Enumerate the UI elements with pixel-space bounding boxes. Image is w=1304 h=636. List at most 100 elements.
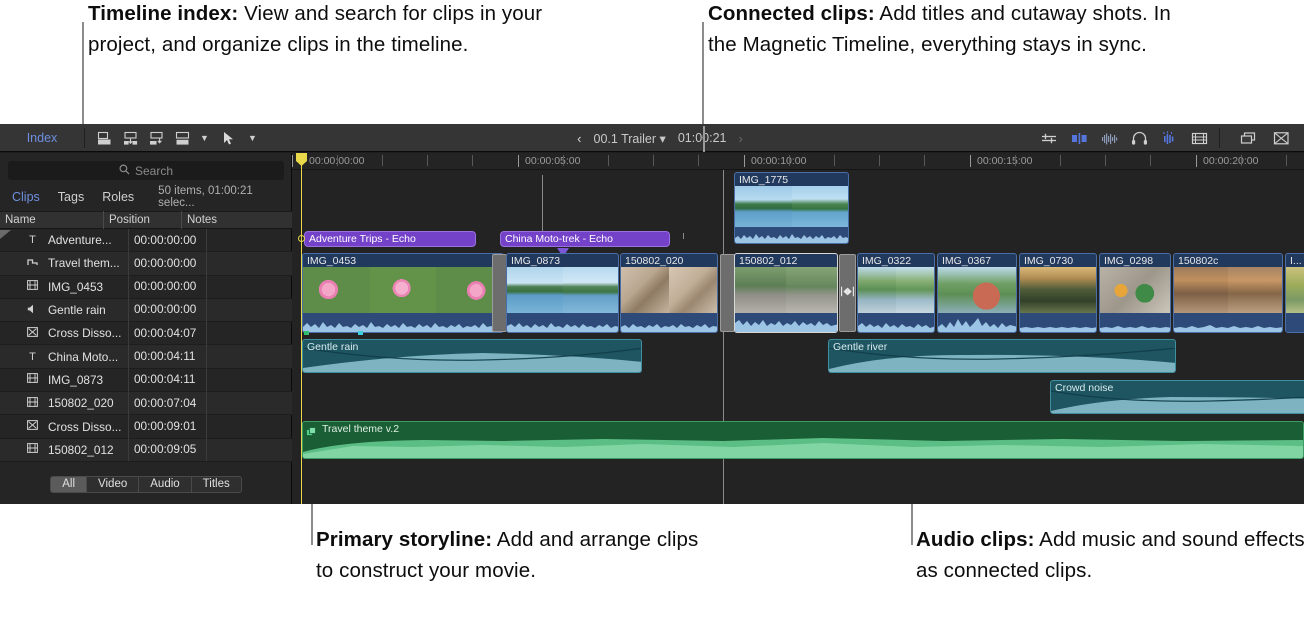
thumbnail-frame	[303, 267, 370, 314]
audio-clip[interactable]: Crowd noise	[1050, 380, 1304, 414]
chevron-down-icon[interactable]: ▼	[200, 134, 209, 143]
table-row[interactable]: 150802_012 00:00:09:05	[0, 439, 292, 462]
chevron-down-icon[interactable]: ▾	[660, 132, 666, 146]
title-clip[interactable]: Adventure Trips - Echo	[304, 231, 476, 247]
clip-position: 00:00:00:00	[128, 252, 206, 275]
search-input[interactable]: Search	[8, 161, 284, 180]
tab-clips[interactable]: Clips	[12, 190, 40, 204]
previous-project-button[interactable]: ‹	[577, 131, 581, 146]
primary-storyline-clip[interactable]: I...	[1285, 253, 1304, 333]
filter-audio-button[interactable]: Audio	[139, 476, 191, 493]
table-row[interactable]: Gentle rain 00:00:00:00	[0, 299, 292, 322]
clip-position: 00:00:04:11	[128, 368, 206, 391]
thumbnail-frame	[1228, 267, 1282, 314]
audio-enhance-icon[interactable]	[1161, 131, 1178, 146]
tab-roles[interactable]: Roles	[102, 190, 134, 204]
index-button-label: Index	[27, 131, 58, 145]
music-clip[interactable]: Travel theme v.2	[302, 421, 1304, 459]
overwrite-clip-icon[interactable]	[148, 131, 165, 146]
connected-video-clip[interactable]: IMG_1775	[734, 172, 849, 244]
keyframe-marker[interactable]	[358, 331, 363, 335]
audio-clip[interactable]: Gentle river	[828, 339, 1176, 373]
primary-storyline-clip[interactable]: IMG_0730	[1019, 253, 1097, 333]
clip-name-label: IMG_0298	[1104, 254, 1153, 268]
primary-storyline-clip[interactable]: IMG_0367	[937, 253, 1017, 333]
clip-notes	[206, 252, 292, 275]
primary-storyline-clip[interactable]: IMG_0873	[506, 253, 619, 333]
filter-titles-button[interactable]: Titles	[192, 476, 242, 493]
project-name-label: 00.1 Trailer	[594, 132, 657, 146]
clip-appearance-icon[interactable]	[1191, 131, 1208, 146]
clip-notes	[206, 438, 292, 461]
next-project-button[interactable]: ›	[738, 131, 742, 146]
filmstrip-thumbnails	[858, 267, 934, 314]
clip-name-label: IMG_0367	[942, 254, 991, 268]
primary-storyline-clip[interactable]: IMG_0453	[302, 253, 504, 333]
select-tool-icon[interactable]	[222, 131, 239, 146]
keyframe-marker[interactable]	[304, 331, 309, 335]
filmstrip-thumbnails	[507, 267, 618, 314]
clip-marker[interactable]	[363, 253, 367, 254]
timeline-ruler[interactable]: 00:00:00:00 00:00:05:00 00:00:10:00 00	[292, 153, 1304, 170]
transition-cross-dissolve[interactable]	[720, 254, 735, 332]
chevron-down-icon[interactable]: ▼	[248, 134, 257, 143]
playhead[interactable]	[301, 153, 302, 504]
row-gutter	[0, 345, 24, 367]
headphones-icon[interactable]	[1131, 131, 1148, 146]
project-timecode[interactable]: 01:00:21	[678, 131, 727, 145]
timeline-index-button[interactable]: Index	[0, 124, 84, 152]
clip-name-label: 150802c	[1178, 254, 1218, 268]
video-icon	[24, 443, 41, 456]
adjust-volume-icon[interactable]	[1041, 131, 1058, 146]
column-header-name[interactable]: Name	[0, 214, 103, 226]
primary-storyline-clip[interactable]: 150802_020	[620, 253, 718, 333]
timeline-canvas[interactable]: 00:00:00:00 00:00:05:00 00:00:10:00 00	[292, 153, 1304, 504]
window-layout-icon[interactable]	[1240, 131, 1257, 146]
primary-storyline-clip[interactable]: IMG_0322	[857, 253, 935, 333]
table-row[interactable]: T Adventure... 00:00:00:00	[0, 229, 292, 252]
clip-notes	[206, 392, 292, 415]
primary-storyline-clip[interactable]: IMG_0298	[1099, 253, 1171, 333]
transition-cross-dissolve[interactable]	[839, 254, 856, 332]
primary-storyline-clip[interactable]: 150802_012	[734, 253, 838, 333]
column-header-notes[interactable]: Notes	[181, 211, 292, 229]
clip-position: 00:00:04:07	[128, 322, 206, 345]
tab-tags[interactable]: Tags	[58, 190, 84, 204]
row-gutter	[0, 369, 24, 391]
clip-name: Gentle rain	[41, 303, 128, 317]
table-row[interactable]: Cross Disso... 00:00:09:01	[0, 415, 292, 438]
search-field-wrapper[interactable]: Search	[8, 161, 284, 180]
table-row[interactable]: Cross Disso... 00:00:04:07	[0, 322, 292, 345]
index-row-list[interactable]: T Adventure... 00:00:00:00 Travel them..…	[0, 229, 292, 475]
audio-clip[interactable]: Gentle rain	[302, 339, 642, 373]
insert-clip-icon[interactable]	[122, 131, 139, 146]
clip-name-label: IMG_0453	[307, 254, 356, 268]
project-name-menu[interactable]: 00.1 Trailer ▾	[594, 131, 666, 146]
table-row[interactable]: T China Moto... 00:00:04:11	[0, 345, 292, 368]
connect-clip-icon[interactable]	[174, 131, 191, 146]
audio-meters-icon[interactable]	[1071, 131, 1088, 146]
table-row[interactable]: IMG_0873 00:00:04:11	[0, 369, 292, 392]
primary-storyline-clip[interactable]: 150802c	[1173, 253, 1283, 333]
append-to-storyline-icon[interactable]	[96, 131, 113, 146]
audio-waveform-strip	[938, 313, 1016, 332]
column-header-position[interactable]: Position	[103, 211, 181, 229]
filter-video-button[interactable]: Video	[87, 476, 139, 493]
row-gutter	[0, 252, 24, 274]
table-row[interactable]: 150802_020 00:00:07:04	[0, 392, 292, 415]
row-gutter	[0, 392, 24, 414]
table-row[interactable]: IMG_0453 00:00:00:00	[0, 276, 292, 299]
filter-all-button[interactable]: All	[50, 476, 87, 493]
thumbnail-frame	[370, 267, 437, 314]
compound-clip-icon	[306, 424, 316, 434]
thumbnail-frame	[1174, 267, 1228, 314]
audio-waveform-strip	[1100, 313, 1170, 332]
table-row[interactable]: Travel them... 00:00:00:00	[0, 252, 292, 275]
video-icon	[24, 373, 41, 386]
audio-waveform-icon[interactable]	[1101, 131, 1118, 146]
transition-icon	[841, 286, 854, 300]
transition-cross-dissolve[interactable]	[492, 254, 507, 332]
title-clip[interactable]: China Moto-trek - Echo	[500, 231, 670, 247]
audio-waveform-strip	[303, 313, 503, 332]
timeline-zoom-icon[interactable]	[1273, 131, 1290, 146]
